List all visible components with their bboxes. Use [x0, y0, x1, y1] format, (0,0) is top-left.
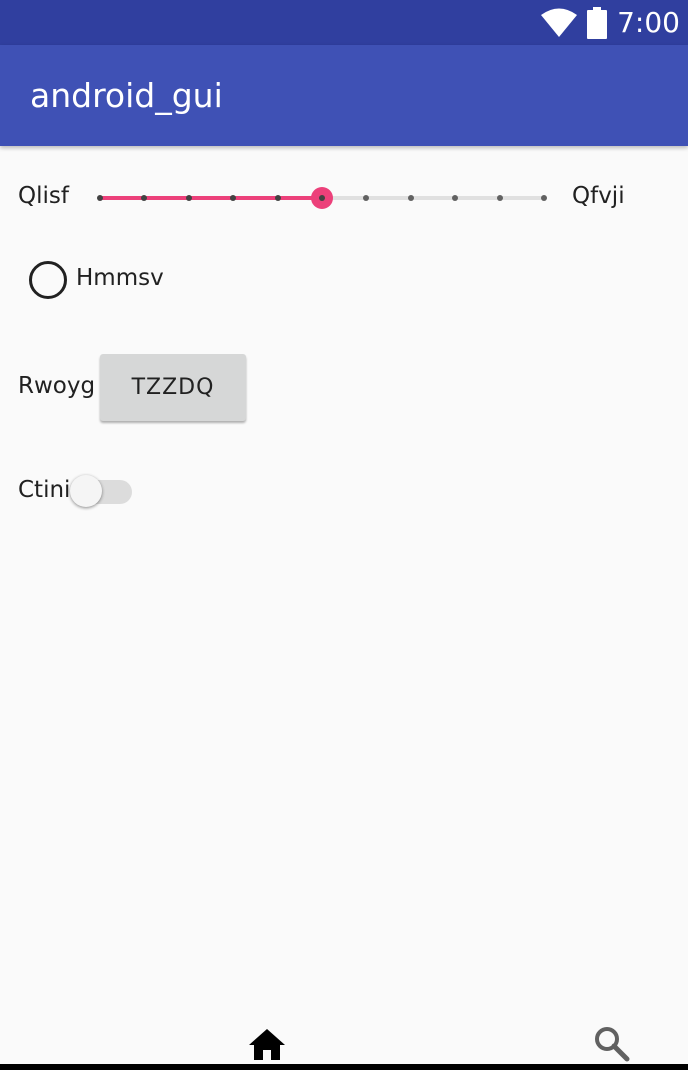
status-bar: 7:00 [0, 0, 688, 45]
wifi-icon [541, 8, 578, 37]
seek-bar-thumb[interactable] [311, 187, 333, 209]
seek-bar-tick [185, 195, 192, 201]
seek-bar-tick [274, 195, 281, 201]
home-nav-button[interactable] [245, 1022, 289, 1066]
slider-left-label: Qlisf [18, 183, 69, 209]
radio-label[interactable]: Hmmsv [76, 265, 164, 291]
switch-label: Ctini [18, 477, 71, 503]
battery-icon [587, 6, 608, 39]
slider-right-label: Qfvji [572, 183, 625, 209]
status-time: 7:00 [617, 6, 680, 39]
status-icons: 7:00 [541, 0, 680, 45]
radio-circle-icon [29, 261, 67, 299]
seek-bar-thumb-dot [319, 195, 325, 201]
seek-bar-tick [407, 195, 414, 201]
button-row-label: Rwoyg [18, 373, 96, 399]
seek-bar-tick [230, 195, 237, 201]
tzzdq-button[interactable]: TZZDQ [100, 354, 246, 421]
seek-bar-tick [452, 195, 459, 201]
radio-button[interactable] [29, 261, 67, 299]
seek-bar-progress [100, 196, 322, 200]
search-icon [595, 1027, 630, 1062]
seek-bar[interactable] [90, 176, 554, 220]
seek-bar-tick [363, 195, 370, 201]
seek-bar-tick [141, 195, 148, 201]
app-title: android_gui [30, 76, 223, 115]
switch-thumb [70, 475, 102, 507]
home-icon [249, 1029, 285, 1060]
bottom-edge [0, 1064, 688, 1070]
seek-bar-tick [541, 195, 547, 201]
toggle-switch[interactable] [66, 470, 136, 514]
seek-bar-tick [97, 195, 103, 201]
app-bar: android_gui [0, 45, 688, 146]
search-nav-button[interactable] [591, 1022, 635, 1066]
seek-bar-tick [496, 195, 503, 201]
